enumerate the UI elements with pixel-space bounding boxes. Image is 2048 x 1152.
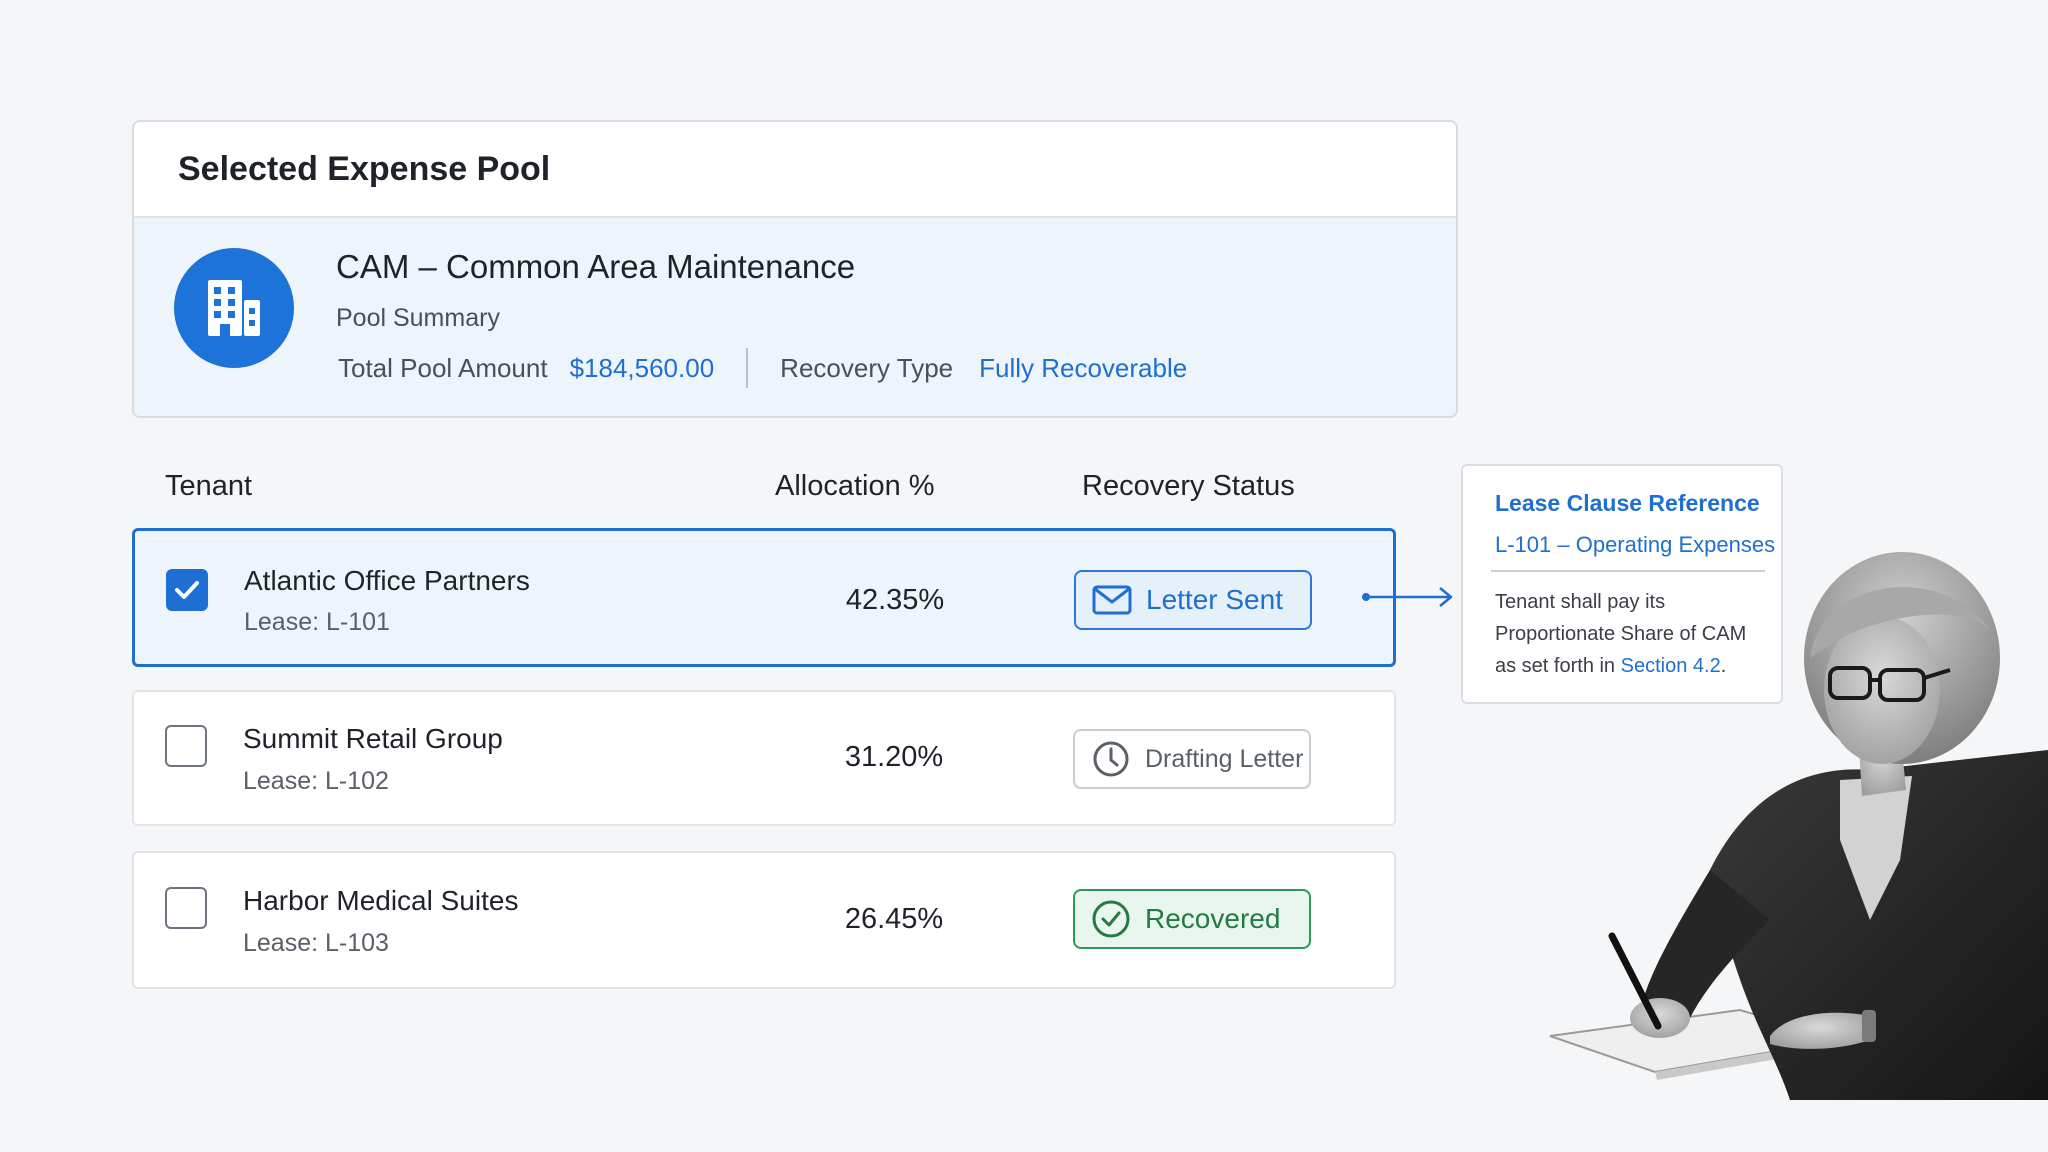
- status-badge-drafting-letter[interactable]: Drafting Letter: [1073, 729, 1311, 789]
- expense-pool-title: Selected Expense Pool: [178, 149, 551, 188]
- clock-icon: [1091, 739, 1131, 779]
- tenant-row-summit-retail-group[interactable]: Summit Retail Group Lease: L-102 31.20% …: [132, 690, 1396, 826]
- row-checkbox[interactable]: [165, 725, 207, 767]
- expense-pool-header: Selected Expense Pool: [134, 122, 1456, 218]
- recovery-type-value: Fully Recoverable: [979, 352, 1188, 383]
- total-pool-amount-label: Total Pool Amount: [338, 352, 548, 383]
- column-header-recovery-status: Recovery Status: [1082, 470, 1295, 502]
- expense-pool-body: CAM – Common Area Maintenance Pool Summa…: [134, 218, 1456, 416]
- column-header-tenant: Tenant: [165, 470, 253, 502]
- tenant-lease: Lease: L-102: [243, 767, 389, 795]
- building-glyph: [208, 280, 260, 336]
- check-circle-icon: [1091, 899, 1131, 939]
- tenant-row-atlantic-office-partners[interactable]: Atlantic Office Partners Lease: L-101 42…: [132, 528, 1396, 667]
- tenant-name: Harbor Medical Suites: [243, 885, 519, 916]
- tenant-name: Summit Retail Group: [243, 723, 503, 754]
- connector-arrow-icon: [1362, 587, 1453, 607]
- checkmark-icon: [175, 581, 199, 599]
- status-label: Letter Sent: [1146, 584, 1283, 615]
- status-badge-letter-sent[interactable]: Letter Sent: [1074, 570, 1312, 630]
- expense-pool-name: CAM – Common Area Maintenance: [336, 248, 856, 285]
- status-badge-recovered[interactable]: Recovered: [1073, 889, 1311, 949]
- column-header-allocation: Allocation %: [775, 470, 935, 502]
- status-label: Drafting Letter: [1145, 744, 1304, 773]
- pool-stats: Total Pool Amount $184,560.00 Recovery T…: [338, 348, 1187, 388]
- building-icon: [174, 248, 294, 368]
- person-writing-image: [1549, 552, 2048, 1100]
- tenant-lease: Lease: L-101: [244, 608, 390, 636]
- total-pool-amount-value: $184,560.00: [569, 352, 715, 383]
- stats-divider: [746, 348, 749, 388]
- pool-summary-label: Pool Summary: [336, 304, 500, 332]
- tenant-name: Atlantic Office Partners: [244, 565, 530, 596]
- row-checkbox-checked[interactable]: [166, 569, 208, 611]
- allocation-percent: 42.35%: [845, 584, 945, 616]
- allocation-percent: 26.45%: [844, 903, 944, 935]
- expense-pool-card: Selected Expense Pool CAM – Common Area …: [132, 120, 1458, 418]
- tenant-lease: Lease: L-103: [243, 929, 389, 957]
- lease-clause-title: Lease Clause Reference: [1495, 490, 1760, 516]
- status-label: Recovered: [1145, 903, 1281, 934]
- envelope-icon: [1092, 580, 1132, 620]
- allocation-percent: 31.20%: [844, 741, 944, 773]
- row-checkbox[interactable]: [165, 887, 207, 929]
- tenant-row-harbor-medical-suites[interactable]: Harbor Medical Suites Lease: L-103 26.45…: [132, 851, 1396, 989]
- recovery-type-label: Recovery Type: [780, 352, 954, 383]
